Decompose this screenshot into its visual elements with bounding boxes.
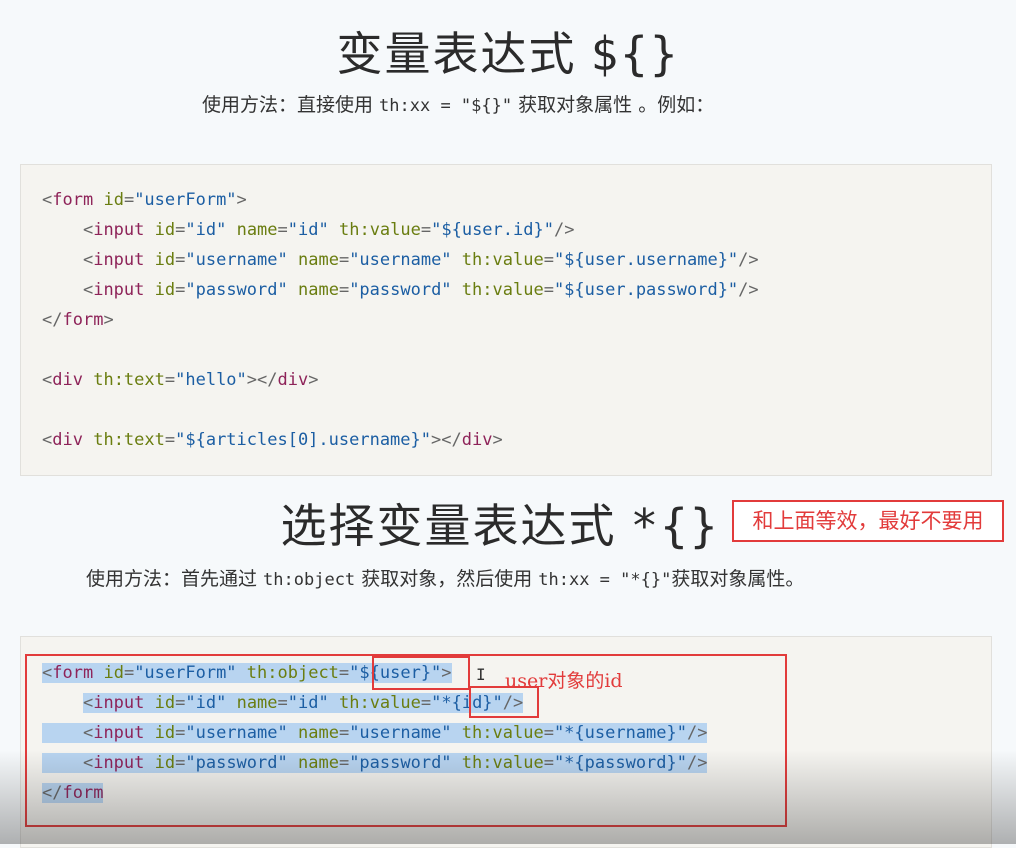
code-line: <input id="password" name="password" th:…: [82, 280, 759, 300]
code-line: <input id="id" name="id" th:value="${use…: [82, 220, 575, 240]
usage-prefix: 使用方法：直接使用: [202, 94, 380, 116]
usage-code: th:xx = "${}": [379, 96, 513, 116]
code-line: <div th:text="${articles[0].username}"><…: [42, 430, 503, 450]
usage-code-select: th:xx = "*{}": [538, 570, 672, 590]
usage-prefix: 使用方法：首先通过: [86, 568, 264, 590]
usage-suffix: 获取对象属性。: [671, 568, 805, 590]
section2-title-symbol: *{}: [630, 499, 720, 553]
section1-title-text: 变量表达式: [336, 27, 577, 81]
section1-title: 变量表达式 ${}: [0, 18, 1016, 84]
code-block-1-content: <form id="userForm"> <input id="id" name…: [42, 185, 759, 455]
code-line: <form id="userForm">: [42, 190, 247, 210]
object-user-highlight: [372, 656, 470, 690]
equivalence-note: 和上面等效，最好不要用: [732, 500, 1004, 542]
usage-mid: 获取对象，然后使用: [355, 568, 539, 590]
usage-code-object: th:object: [263, 570, 356, 590]
section2-title-text: 选择变量表达式: [280, 499, 617, 553]
code-block-1: <form id="userForm"> <input id="id" name…: [20, 164, 992, 476]
code-line: </form>: [42, 310, 114, 330]
usage-suffix: 获取对象属性 。例如：: [512, 94, 715, 116]
section2-usage: 使用方法：首先通过 th:object 获取对象，然后使用 th:xx = "*…: [86, 564, 804, 591]
text-cursor-icon: I: [476, 665, 486, 684]
code-line: <input id="username" name="username" th:…: [82, 250, 759, 270]
user-id-annotation: user对象的id: [505, 670, 623, 692]
code-line: <div th:text="hello"></div>: [42, 370, 319, 390]
section1-title-symbol: ${}: [590, 27, 680, 81]
section1-usage: 使用方法：直接使用 th:xx = "${}" 获取对象属性 。例如：: [202, 90, 714, 117]
